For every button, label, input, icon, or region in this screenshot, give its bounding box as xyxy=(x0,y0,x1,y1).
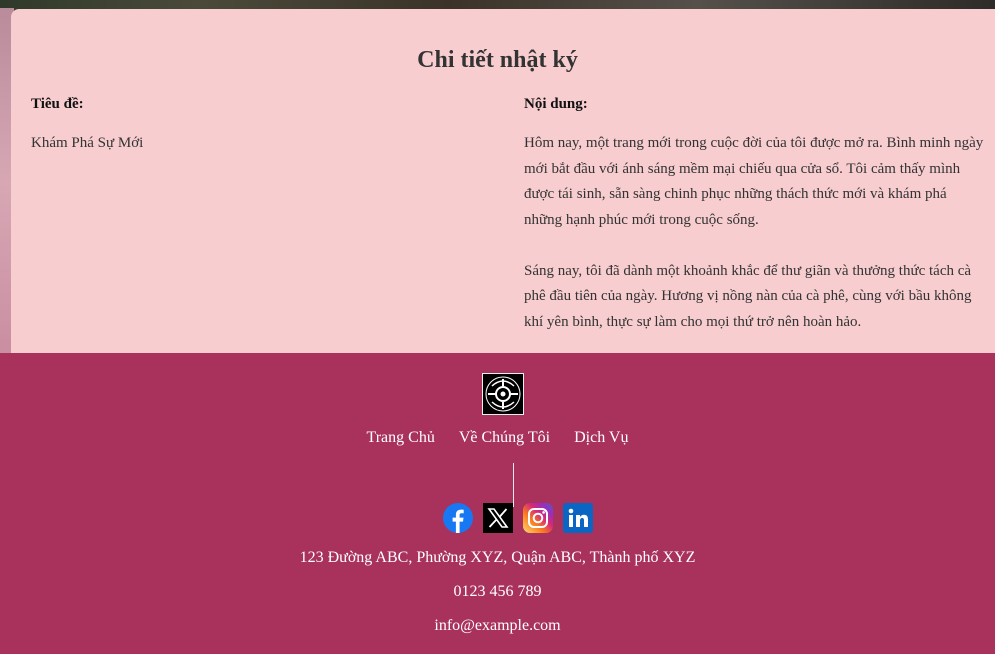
divider-line xyxy=(513,463,514,507)
footer-email[interactable]: info@example.com xyxy=(0,617,995,635)
content-column: Nội dung: Hôm nay, một trang mới trong c… xyxy=(524,95,984,361)
title-label: Tiêu đề: xyxy=(31,96,84,112)
title-value: Khám Phá Sự Mới xyxy=(31,135,144,151)
site-footer: Trang Chủ Về Chúng Tôi Dịch Vụ 123 Đường… xyxy=(0,353,995,654)
instagram-icon[interactable] xyxy=(523,503,553,533)
footer-phone: 0123 456 789 xyxy=(453,583,542,600)
page-title: Chi tiết nhật ký xyxy=(417,47,578,73)
linkedin-icon[interactable] xyxy=(563,503,593,533)
footer-address: 123 Đường ABC, Phường XYZ, Quận ABC, Thà… xyxy=(299,549,696,566)
content-paragraph-1: Hôm nay, một trang mới trong cuộc đời củ… xyxy=(524,135,984,228)
logo-icon[interactable] xyxy=(482,373,524,415)
x-twitter-icon[interactable] xyxy=(483,503,513,533)
nav-about[interactable]: Về Chúng Tôi xyxy=(459,429,550,446)
footer-nav: Trang Chủ Về Chúng Tôi Dịch Vụ xyxy=(0,429,995,447)
social-links xyxy=(443,503,593,533)
nav-home[interactable]: Trang Chủ xyxy=(367,429,435,446)
content-label: Nội dung: xyxy=(524,96,588,112)
facebook-icon[interactable] xyxy=(443,503,473,533)
nav-services[interactable]: Dịch Vụ xyxy=(574,429,628,446)
title-column: Tiêu đề: Khám Phá Sự Mới xyxy=(31,95,491,157)
content-paragraph-2: Sáng nay, tôi đã dành một khoảnh khắc để… xyxy=(524,262,972,330)
